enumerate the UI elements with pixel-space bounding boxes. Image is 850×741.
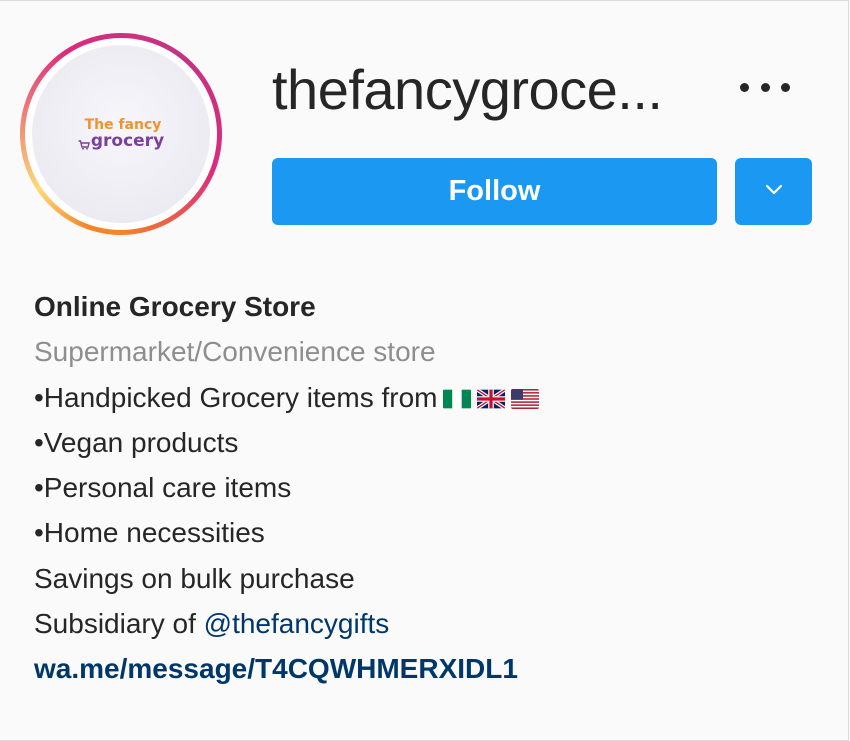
website-link[interactable]: wa.me/message/T4CQWHMERXIDL1 bbox=[34, 646, 824, 691]
more-options-icon[interactable] bbox=[740, 72, 790, 102]
chevron-down-icon bbox=[764, 183, 784, 201]
bio-line: •Personal care items bbox=[34, 472, 292, 504]
logo-text-top: The fancy bbox=[84, 117, 162, 133]
profile-avatar[interactable]: The fancy grocery bbox=[32, 45, 210, 223]
profile-bio: Online Grocery Store Supermarket/Conveni… bbox=[34, 284, 824, 692]
bio-subsidiary-line: Subsidiary of @thefancygifts bbox=[34, 608, 390, 640]
logo-text-bottom: grocery bbox=[90, 131, 165, 151]
uk-flag-icon bbox=[477, 388, 506, 409]
bio-line: •Handpicked Grocery items from bbox=[34, 375, 824, 420]
mention-link[interactable]: @thefancygifts bbox=[204, 608, 390, 639]
story-ring[interactable]: The fancy grocery bbox=[20, 33, 222, 235]
nigeria-flag-icon bbox=[443, 389, 472, 409]
bio-line: •Vegan products bbox=[34, 426, 239, 458]
profile-full-name: Online Grocery Store bbox=[34, 291, 316, 322]
bio-line: •Home necessities bbox=[34, 517, 265, 549]
usa-flag-icon bbox=[511, 388, 540, 409]
cart-icon bbox=[78, 137, 90, 150]
bio-line: Savings on bulk purchase bbox=[34, 562, 355, 594]
profile-category: Supermarket/Convenience store bbox=[34, 336, 436, 368]
follow-button[interactable]: Follow bbox=[272, 158, 717, 225]
suggestions-dropdown-button[interactable] bbox=[735, 158, 812, 225]
profile-username: thefancygroce... bbox=[272, 58, 663, 121]
